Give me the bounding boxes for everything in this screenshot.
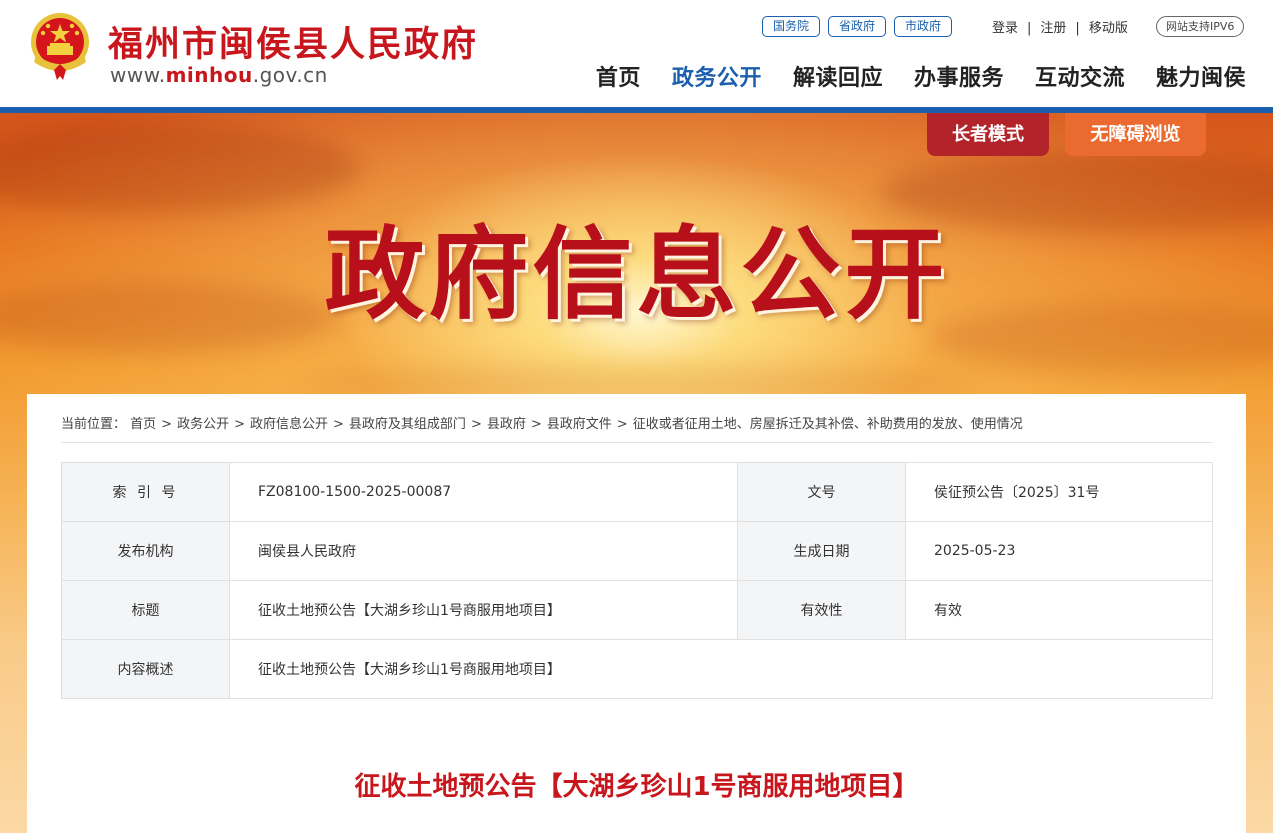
- gov-links: 国务院 省政府 市政府: [762, 16, 953, 37]
- summary-value: 征收土地预公告【大湖乡珍山1号商服用地项目】: [229, 639, 1213, 699]
- index-number-value: FZ08100-1500-2025-00087: [229, 462, 738, 522]
- table-row: 内容概述 征收土地预公告【大湖乡珍山1号商服用地项目】: [61, 639, 1213, 699]
- nav-interpretation[interactable]: 解读回应: [793, 60, 883, 92]
- table-row: 发布机构 闽侯县人民政府 生成日期 2025-05-23: [61, 521, 1213, 581]
- link-state-council[interactable]: 国务院: [762, 16, 821, 37]
- nav-services[interactable]: 办事服务: [914, 60, 1004, 92]
- banner-title: 政府信息公开: [324, 216, 949, 333]
- separator: |: [1075, 21, 1080, 36]
- breadcrumb-sep: >: [161, 417, 173, 432]
- document-info-table: 索 引 号 FZ08100-1500-2025-00087 文号 侯征预公告〔2…: [61, 462, 1213, 699]
- breadcrumb-divider: [61, 442, 1212, 443]
- register-link[interactable]: 注册: [1040, 21, 1066, 36]
- table-row: 索 引 号 FZ08100-1500-2025-00087 文号 侯征预公告〔2…: [61, 462, 1213, 522]
- mobile-version-link[interactable]: 移动版: [1089, 21, 1128, 36]
- nav-gov-affairs[interactable]: 政务公开: [672, 60, 762, 92]
- main-nav: 首页 政务公开 解读回应 办事服务 互动交流 魅力闽侯: [596, 60, 1246, 92]
- link-provincial-gov[interactable]: 省政府: [828, 16, 887, 37]
- elder-mode-button[interactable]: 长者模式: [927, 113, 1049, 156]
- site-title[interactable]: 福州市闽侯县人民政府: [108, 16, 478, 67]
- breadcrumb-item[interactable]: 县政府文件: [547, 417, 612, 432]
- nav-interaction[interactable]: 互动交流: [1035, 60, 1125, 92]
- user-links: 登录 | 注册 | 移动版: [992, 17, 1128, 36]
- breadcrumb-item[interactable]: 征收或者征用土地、房屋拆迁及其补偿、补助费用的发放、使用情况: [633, 417, 1023, 432]
- breadcrumb-sep: >: [234, 417, 245, 432]
- document-number-label: 文号: [737, 462, 906, 522]
- document-title: 征收土地预公告【大湖乡珍山1号商服用地项目】: [354, 772, 919, 802]
- breadcrumb-sep: >: [470, 417, 482, 432]
- ipv6-badge: 网站支持IPV6: [1156, 16, 1245, 37]
- publisher-value: 闽侯县人民政府: [229, 521, 738, 581]
- validity-label: 有效性: [737, 580, 906, 640]
- title-value: 征收土地预公告【大湖乡珍山1号商服用地项目】: [229, 580, 738, 640]
- breadcrumb-sep: >: [530, 417, 542, 432]
- table-row: 标题 征收土地预公告【大湖乡珍山1号商服用地项目】 有效性 有效: [61, 580, 1213, 640]
- summary-label: 内容概述: [61, 639, 230, 699]
- title-label: 标题: [61, 580, 230, 640]
- site-url-prefix: www.: [110, 63, 166, 87]
- breadcrumb: 当前位置： 首页 > 政务公开 > 政府信息公开 > 县政府及其组成部门 > 县政府 > 县政府文件…: [61, 413, 1023, 432]
- breadcrumb-item[interactable]: 政务公开: [177, 417, 229, 432]
- breadcrumb-item[interactable]: 首页: [130, 417, 156, 432]
- content-card: 当前位置： 首页 > 政务公开 > 政府信息公开 > 县政府及其组成部门 > 县政府 > 县政府文件…: [27, 394, 1246, 833]
- creation-date-value: 2025-05-23: [905, 521, 1213, 581]
- site-header: 福州市闽侯县人民政府 www.minhou.gov.cn 国务院 省政府 市政府…: [0, 0, 1273, 107]
- breadcrumb-prefix: 当前位置：: [61, 417, 127, 432]
- breadcrumb-item[interactable]: 政府信息公开: [250, 417, 328, 432]
- breadcrumb-sep: >: [616, 417, 628, 432]
- login-link[interactable]: 登录: [992, 21, 1018, 36]
- creation-date-label: 生成日期: [737, 521, 906, 581]
- site-url-domain: minhou: [165, 63, 253, 87]
- validity-value: 有效: [905, 580, 1213, 640]
- publisher-label: 发布机构: [61, 521, 230, 581]
- breadcrumb-item[interactable]: 县政府: [487, 417, 526, 432]
- accessible-browse-button[interactable]: 无障碍浏览: [1065, 113, 1206, 156]
- link-city-gov[interactable]: 市政府: [894, 16, 953, 37]
- site-url-suffix: .gov.cn: [252, 63, 328, 87]
- nav-home[interactable]: 首页: [596, 60, 641, 92]
- national-emblem-icon[interactable]: [28, 12, 92, 82]
- nav-charm-minhou[interactable]: 魅力闽侯: [1156, 60, 1246, 92]
- breadcrumb-item[interactable]: 县政府及其组成部门: [349, 417, 466, 432]
- index-number-label: 索 引 号: [61, 462, 230, 522]
- site-url[interactable]: www.minhou.gov.cn: [110, 63, 328, 87]
- breadcrumb-sep: >: [333, 417, 344, 432]
- separator: |: [1027, 21, 1032, 36]
- document-number-value: 侯征预公告〔2025〕31号: [905, 462, 1213, 522]
